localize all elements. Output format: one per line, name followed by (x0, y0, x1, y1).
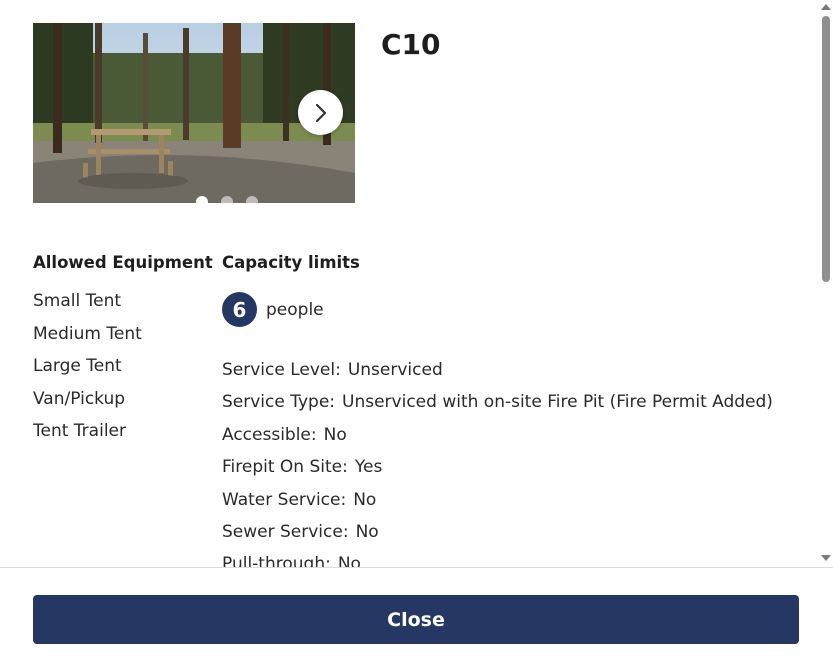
attribute-label: Sewer Service: (222, 521, 349, 542)
site-title: C10 (381, 28, 441, 61)
scroll-down-arrow-icon[interactable] (821, 555, 831, 561)
attribute-row-pull-through: Pull-through: No (222, 554, 773, 567)
vertical-scrollbar[interactable] (818, 0, 833, 567)
site-attributes: Service Level: Unserviced Service Type: Un… (222, 360, 773, 567)
capacity-unit-label: people (266, 299, 324, 320)
attribute-row-service-type: Service Type: Unserviced with on-site Fir… (222, 392, 773, 424)
carousel-dot-2[interactable] (221, 196, 233, 203)
attribute-row-sewer-service: Sewer Service: No (222, 522, 773, 554)
equipment-item: Medium Tent (33, 323, 142, 344)
attribute-value: No (337, 554, 361, 567)
allowed-equipment-heading: Allowed Equipment (33, 253, 213, 272)
carousel-dot-3[interactable] (246, 196, 258, 203)
attribute-value: Unserviced (347, 360, 443, 380)
equipment-item: Van/Pickup (33, 388, 126, 409)
carousel-next-button[interactable] (298, 90, 343, 135)
close-button[interactable]: Close (33, 595, 799, 644)
allowed-equipment-list: Small Tent Medium Tent Large Tent Van/Pi… (33, 291, 142, 454)
attribute-label: Accessible: (222, 424, 317, 445)
attribute-label: Water Service: (222, 489, 347, 510)
attribute-label: Firepit On Site: (222, 457, 348, 478)
carousel-dots (196, 196, 258, 203)
attribute-value: No (353, 489, 377, 510)
equipment-item: Tent Trailer (33, 421, 126, 441)
attribute-label: Pull-through: (222, 554, 331, 567)
capacity-count-badge: 6 (222, 292, 257, 327)
attribute-value: Yes (354, 457, 383, 478)
attribute-label: Service Type: (222, 392, 336, 413)
attribute-value: No (355, 521, 379, 542)
scrollbar-thumb[interactable] (822, 16, 830, 282)
scroll-up-arrow-icon[interactable] (821, 4, 831, 10)
attribute-row-firepit: Firepit On Site: Yes (222, 457, 773, 489)
carousel-dot-1[interactable] (196, 196, 208, 203)
equipment-item: Small Tent (33, 291, 122, 311)
dialog-content: C10 Allowed Equipment Small Tent Medium … (0, 0, 818, 567)
attribute-row-service-level: Service Level: Unserviced (222, 360, 773, 392)
attribute-value: No (323, 424, 347, 445)
dialog-footer: Close (0, 567, 833, 659)
capacity-people: 6 people (222, 292, 324, 327)
capacity-limits-heading: Capacity limits (222, 253, 360, 272)
attribute-label: Service Level: (222, 360, 341, 380)
attribute-row-water-service: Water Service: No (222, 490, 773, 522)
chevron-right-icon (315, 103, 326, 122)
equipment-item: Large Tent (33, 356, 122, 376)
attribute-row-accessible: Accessible: No (222, 425, 773, 457)
attribute-value: Unserviced with on-site Fire Pit (Fire P… (342, 392, 773, 413)
